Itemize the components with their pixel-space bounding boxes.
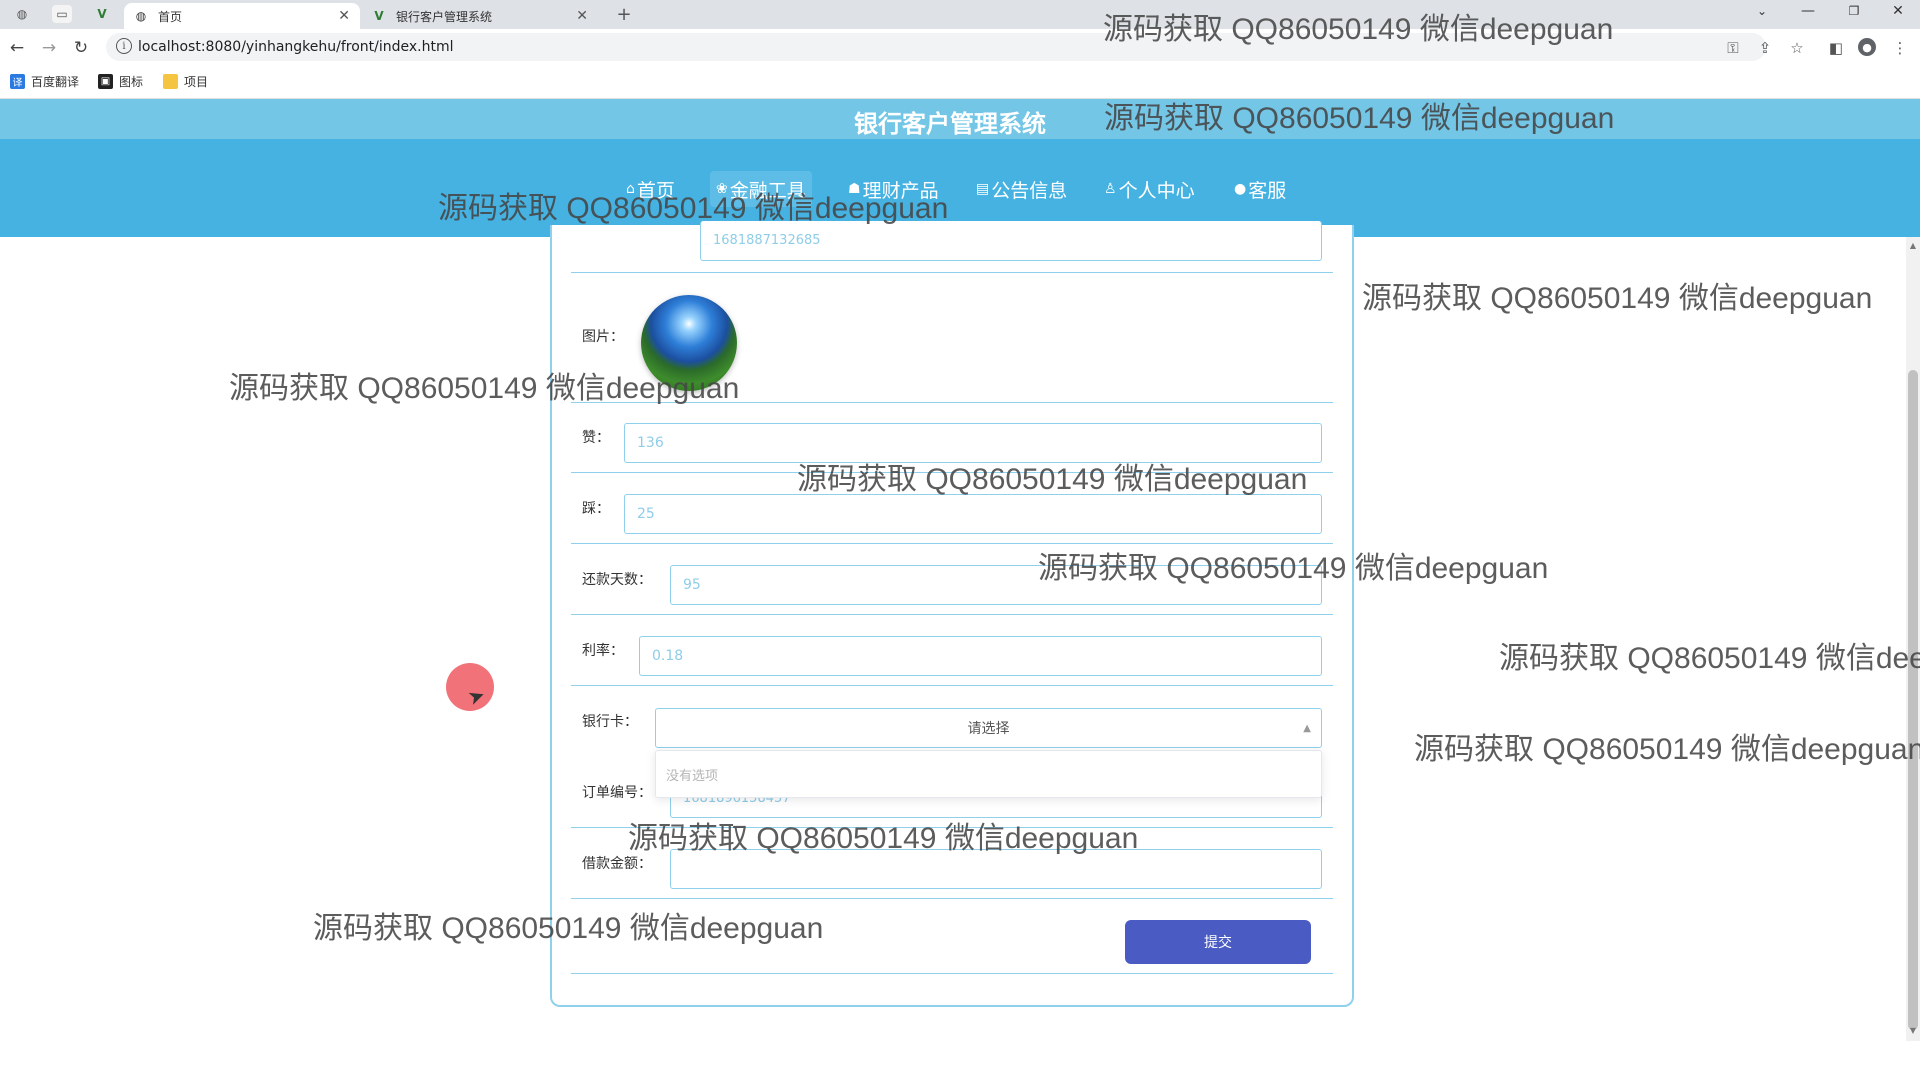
vue-icon[interactable]: V [92, 5, 112, 23]
minimize-button[interactable]: — [1786, 0, 1830, 22]
bookmark-icons[interactable]: ▣ 图标 [98, 73, 143, 90]
watermark: 源码获取 QQ86050149 微信deepguan [1499, 642, 1920, 675]
close-icon[interactable]: ✕ [576, 8, 588, 24]
interest-rate-label: 利率： [582, 643, 624, 659]
product-image [641, 295, 737, 391]
folder-icon [163, 74, 178, 89]
tab-label: 银行客户管理系统 [396, 9, 493, 24]
tab-home[interactable]: ◍ 首页 ✕ [124, 3, 360, 29]
chevron-up-icon: ▲ [1303, 723, 1311, 734]
row-divider [571, 543, 1333, 544]
bank-card-select[interactable]: 请选择 ▲ [655, 708, 1322, 748]
row-divider [571, 614, 1333, 615]
menu-icon[interactable]: ⋮ [1890, 38, 1910, 58]
image-label: 图片： [582, 329, 624, 345]
vue-icon: V [374, 9, 384, 23]
url-text[interactable]: localhost:8080/yinhangkehu/front/index.h… [138, 39, 454, 55]
cap-icon: ☗ [848, 181, 861, 197]
bookmark-label: 项目 [184, 75, 209, 89]
dislikes-input[interactable]: 25 [624, 494, 1322, 534]
translate-icon: 译 [10, 74, 25, 89]
window-close-button[interactable]: ✕ [1876, 0, 1920, 22]
page-icon[interactable]: ▭ [52, 5, 72, 23]
user-icon: ♙ [1104, 181, 1117, 197]
new-tab-button[interactable]: + [614, 4, 634, 25]
info-icon[interactable]: i [116, 38, 132, 54]
bookmarks-bar: 译 百度翻译 ▣ 图标 项目 [0, 65, 1920, 99]
interest-rate-input[interactable]: 0.18 [639, 636, 1322, 676]
nav-label: 理财产品 [862, 179, 939, 202]
browser-tab-strip: ◍ ▭ V ◍ 首页 ✕ V 银行客户管理系统 ✕ + ⌄ — ❐ ✕ [0, 0, 1920, 29]
repay-days-label: 还款天数： [582, 572, 652, 588]
gear-icon: ❀ [716, 181, 728, 197]
scroll-down-arrow[interactable]: ▼ [1906, 1024, 1920, 1036]
nav-label: 客服 [1248, 179, 1287, 202]
back-button[interactable]: ← [6, 37, 28, 59]
url-bar[interactable]: i localhost:8080/yinhangkehu/front/index… [106, 33, 1766, 61]
bookmark-project[interactable]: 项目 [163, 73, 208, 90]
nav-label: 首页 [636, 179, 675, 202]
globe-icon: ◍ [135, 9, 147, 23]
dislikes-label: 踩： [582, 501, 610, 517]
restore-button[interactable]: ❐ [1832, 0, 1876, 22]
profile-icon[interactable]: ● [1858, 38, 1876, 56]
row-divider [571, 898, 1333, 899]
bookmark-baidu-translate[interactable]: 译 百度翻译 [10, 73, 79, 90]
site-title: 银行客户管理系统 [854, 110, 1046, 138]
select-placeholder: 请选择 [967, 721, 1010, 737]
share-icon[interactable]: ⇪ [1755, 38, 1775, 58]
reload-button[interactable]: ↻ [70, 37, 92, 59]
tab-label: 首页 [158, 9, 183, 24]
likes-label: 赞： [582, 430, 610, 446]
scroll-up-arrow[interactable]: ▲ [1906, 239, 1920, 251]
watermark: 源码获取 QQ86050149 微信deepguan [1414, 733, 1920, 766]
bookmark-label: 图标 [119, 75, 144, 89]
order-no-label: 订单编号： [582, 785, 652, 801]
nav-financial-tools[interactable]: ❀ 金融工具 [710, 171, 812, 207]
no-options-text: 没有选项 [666, 768, 719, 784]
watermark: 源码获取 QQ86050149 微信deepguan [1362, 282, 1873, 315]
chevron-down-icon[interactable]: ⌄ [1740, 0, 1784, 22]
home-icon: ⌂ [626, 181, 635, 197]
notice-icon: ▤ [976, 181, 990, 197]
nav-wealth-products[interactable]: ☗ 理财产品 [842, 171, 945, 207]
service-icon: ● [1234, 181, 1247, 197]
side-panel-icon[interactable]: ◧ [1826, 38, 1846, 58]
row-divider [571, 973, 1333, 974]
row-divider [571, 827, 1333, 828]
nav-personal-center[interactable]: ♙ 个人中心 [1098, 171, 1201, 207]
tab-bank-system[interactable]: V 银行客户管理系统 ✕ [362, 3, 598, 29]
scrollbar-thumb[interactable] [1908, 370, 1918, 1030]
globe-icon[interactable]: ◍ [12, 5, 32, 23]
bank-card-label: 银行卡： [582, 714, 638, 730]
nav-customer-service[interactable]: ● 客服 [1228, 171, 1292, 207]
likes-input[interactable]: 136 [624, 423, 1322, 463]
row-divider [571, 472, 1333, 473]
star-icon[interactable]: ☆ [1787, 38, 1807, 58]
top-field-input[interactable]: 1681887132685 [700, 221, 1322, 261]
nav-home[interactable]: ⌂ 首页 [620, 171, 681, 207]
row-divider [571, 685, 1333, 686]
address-toolbar: ← → ↻ i localhost:8080/yinhangkehu/front… [0, 29, 1920, 65]
loan-amount-label: 借款金额： [582, 856, 652, 872]
loan-amount-input[interactable] [670, 849, 1322, 889]
forward-button[interactable]: → [38, 37, 60, 59]
nav-label: 公告信息 [991, 179, 1068, 202]
key-icon[interactable]: ⚿ [1723, 38, 1743, 58]
bookmark-label: 百度翻译 [31, 75, 80, 89]
row-divider [571, 272, 1333, 273]
bank-card-dropdown: 没有选项 [655, 750, 1322, 798]
nav-announcements[interactable]: ▤ 公告信息 [970, 171, 1073, 207]
nav-label: 个人中心 [1118, 179, 1195, 202]
row-divider [571, 402, 1333, 403]
image-icon: ▣ [98, 74, 113, 89]
nav-label: 金融工具 [729, 179, 806, 202]
close-icon[interactable]: ✕ [338, 8, 350, 24]
repay-days-input[interactable]: 95 [670, 565, 1322, 605]
submit-button[interactable]: 提交 [1125, 920, 1311, 964]
